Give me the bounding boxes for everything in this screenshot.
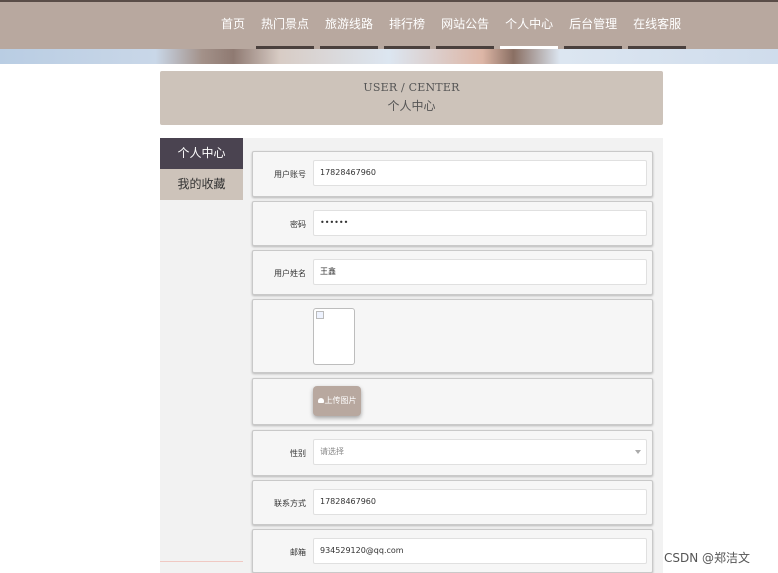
gender-select[interactable]: 请选择: [313, 439, 647, 465]
nav-label: 热门景点: [261, 17, 310, 31]
main-nav: 首页 热门景点 旅游线路 排行榜 网站公告 个人中心 后台管理 在线客服: [213, 2, 689, 49]
form-row-name: 用户姓名 王鑫: [252, 250, 653, 295]
nav-hot-spots[interactable]: 热门景点: [253, 2, 317, 49]
phone-label: 联系方式: [274, 499, 306, 508]
broken-image-icon: [316, 311, 324, 319]
form-row-account: 用户账号 17828467960: [252, 151, 653, 197]
form-row-phone: 联系方式 17828467960: [252, 480, 653, 525]
gender-placeholder: 请选择: [320, 447, 344, 456]
sidebar-item-favorites[interactable]: 我的收藏: [160, 169, 243, 200]
page-title-card: USER / CENTER 个人中心: [160, 71, 663, 125]
nav-label: 旅游线路: [325, 17, 374, 31]
watermark: CSDN @郑洁文: [664, 551, 751, 565]
divider: [160, 561, 243, 562]
form-row-upload: 上传图片: [252, 378, 653, 425]
account-input[interactable]: 17828467960: [313, 160, 647, 186]
email-label: 邮箱: [290, 548, 306, 557]
sidebar-menu: 个人中心 我的收藏: [160, 138, 243, 200]
nav-home[interactable]: 首页: [213, 2, 253, 49]
gender-label: 性别: [290, 449, 306, 458]
page-title-cn: 个人中心: [387, 99, 436, 113]
password-input[interactable]: ••••••: [313, 210, 647, 236]
nav-admin[interactable]: 后台管理: [561, 2, 625, 49]
form-row-gender: 性别 请选择: [252, 430, 653, 476]
phone-input[interactable]: 17828467960: [313, 489, 647, 515]
nav-label: 网站公告: [441, 17, 490, 31]
banner-image-strip: [0, 49, 778, 64]
account-label: 用户账号: [274, 170, 306, 179]
upload-image-button[interactable]: 上传图片: [313, 386, 361, 416]
nav-notices[interactable]: 网站公告: [433, 2, 497, 49]
nav-label: 在线客服: [633, 17, 682, 31]
nav-label: 首页: [221, 17, 246, 31]
name-label: 用户姓名: [274, 269, 306, 278]
form-row-email: 邮箱 934529120@qq.com: [252, 529, 653, 573]
nav-user-center[interactable]: 个人中心: [497, 2, 561, 49]
form-row-avatar: [252, 299, 653, 373]
nav-online-service[interactable]: 在线客服: [625, 2, 689, 49]
nav-label: 个人中心: [505, 17, 554, 31]
nav-label: 后台管理: [569, 17, 618, 31]
email-input[interactable]: 934529120@qq.com: [313, 538, 647, 564]
upload-label: 上传图片: [324, 396, 357, 405]
password-label: 密码: [290, 220, 306, 229]
nav-ranking[interactable]: 排行榜: [381, 2, 433, 49]
chevron-down-icon: [635, 450, 641, 454]
nav-label: 排行榜: [389, 17, 426, 31]
top-navbar: 首页 热门景点 旅游线路 排行榜 网站公告 个人中心 后台管理 在线客服: [0, 0, 778, 49]
form-row-password: 密码 ••••••: [252, 201, 653, 246]
avatar-preview: [313, 308, 355, 365]
name-input[interactable]: 王鑫: [313, 259, 647, 285]
sidebar-item-user-center[interactable]: 个人中心: [160, 138, 243, 169]
nav-routes[interactable]: 旅游线路: [317, 2, 381, 49]
page-title-en: USER / CENTER: [363, 81, 460, 94]
cloud-upload-icon: [317, 398, 324, 403]
